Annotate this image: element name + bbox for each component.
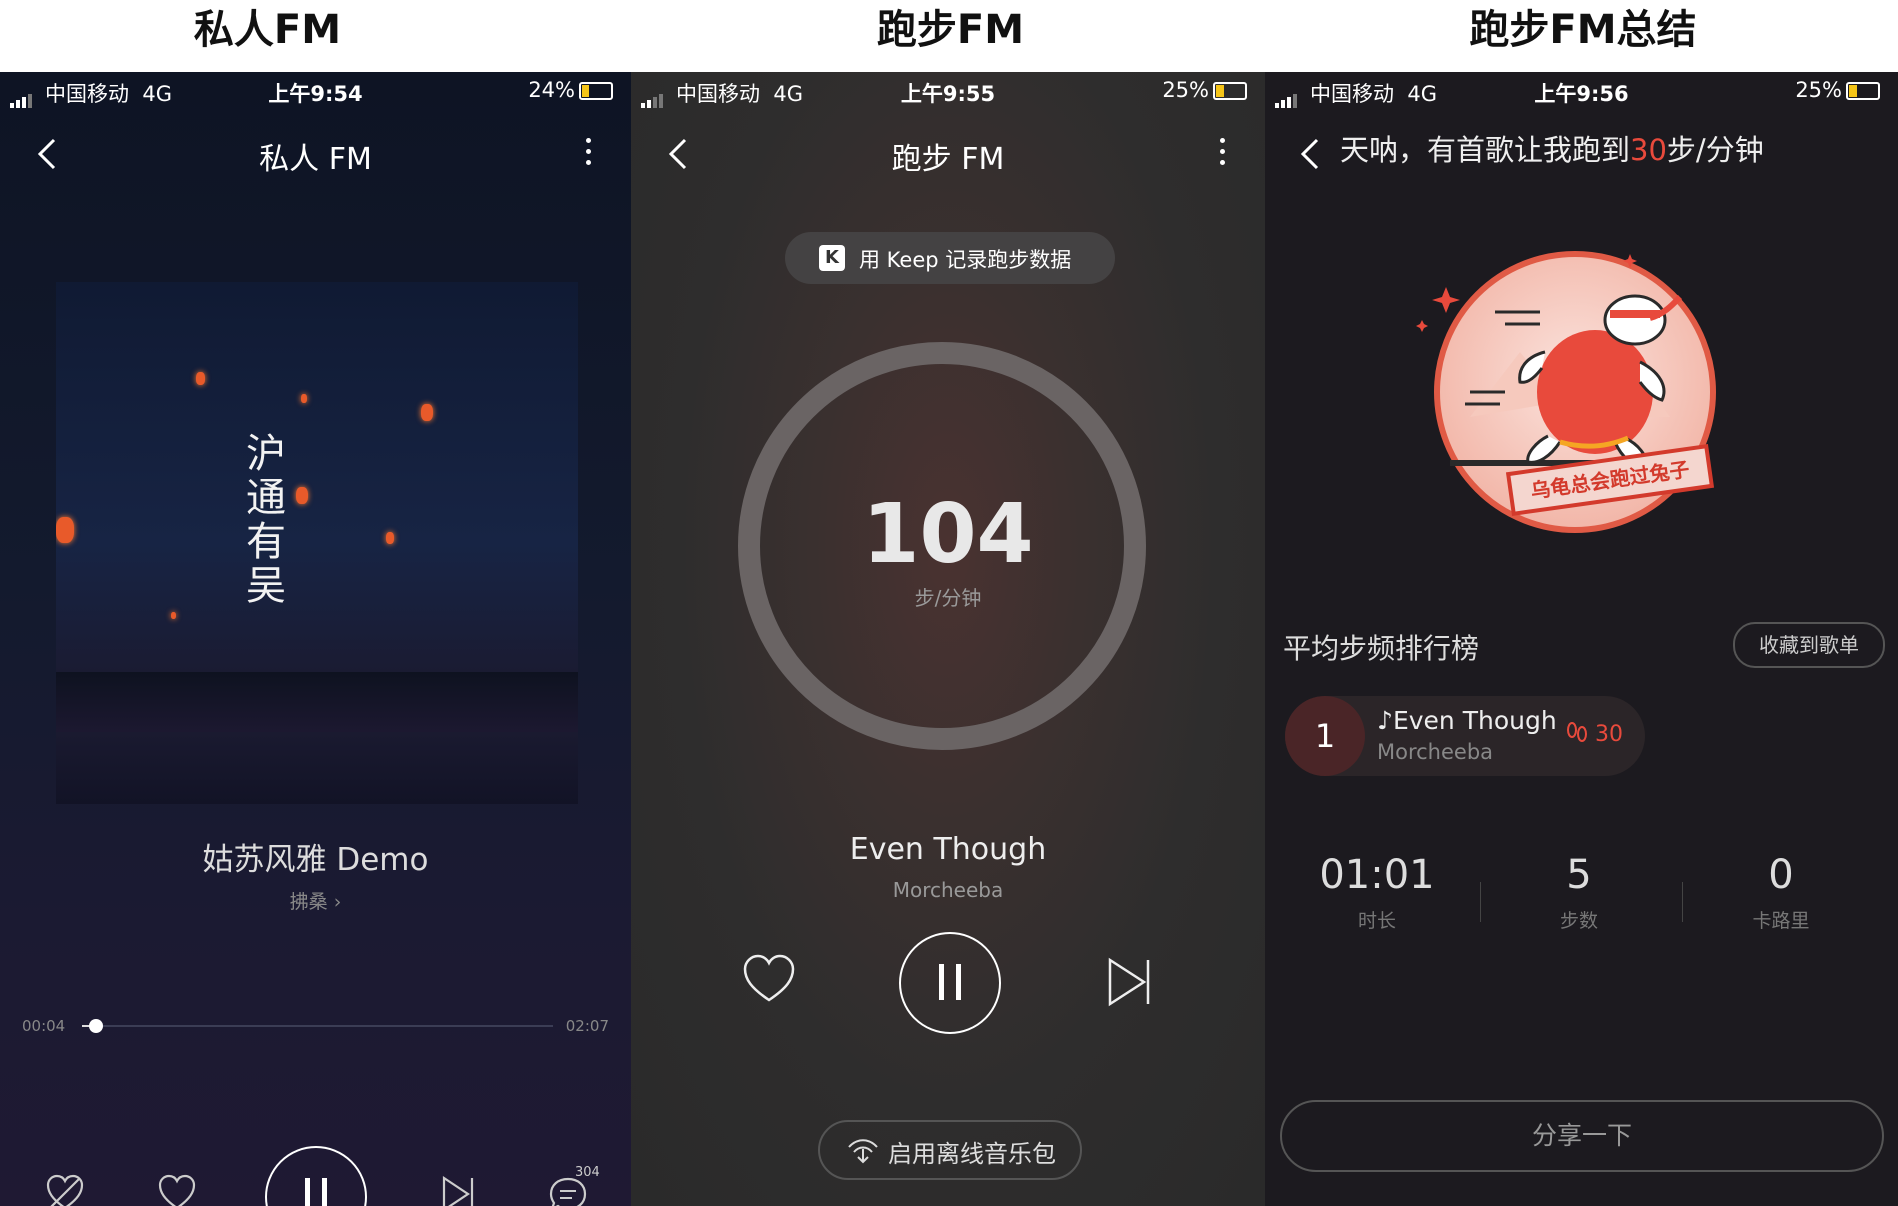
chevron-left-icon[interactable]	[1293, 134, 1333, 174]
cadence-value: 104	[862, 487, 1034, 582]
collect-to-playlist-button[interactable]: 收藏到歌单	[1733, 622, 1885, 668]
ranking-artist: Morcheeba	[1377, 740, 1494, 764]
album-cover: 沪通有吴	[56, 282, 578, 804]
keep-record-button[interactable]: K 用 Keep 记录跑步数据	[785, 232, 1115, 284]
cadence-unit: 步/分钟	[914, 586, 982, 610]
next-icon[interactable]	[440, 1175, 476, 1206]
caption-private-fm: 私人FM	[193, 7, 342, 53]
caption-running-fm: 跑步FM	[876, 7, 1025, 53]
artist-name: Morcheeba	[892, 878, 1004, 902]
time-total: 02:07	[565, 1017, 609, 1035]
section-title: 平均步频排行榜	[1283, 632, 1480, 665]
stat-calories: 0 卡路里	[1681, 852, 1881, 933]
stat-value: 01:01	[1319, 852, 1435, 898]
comment-count: 304	[575, 1165, 600, 1180]
share-button[interactable]: 分享一下	[1280, 1100, 1884, 1172]
next-icon[interactable]	[1106, 956, 1152, 1008]
page-title: 跑步 FM	[891, 142, 1005, 177]
cover-shoreline	[56, 672, 578, 732]
time-current: 00:04	[22, 1017, 66, 1035]
stat-label: 步数	[1559, 910, 1598, 932]
more-icon[interactable]	[583, 132, 593, 172]
keep-record-label: 用 Keep 记录跑步数据	[859, 248, 1072, 272]
stat-duration: 01:01 时长	[1277, 852, 1477, 933]
artist-link[interactable]: 拂桑 ›	[0, 887, 631, 914]
dislike-icon[interactable]	[44, 1172, 86, 1206]
cover-title-text: 沪通有吴	[246, 431, 286, 609]
offline-music-label: 启用离线音乐包	[888, 1140, 1056, 1168]
status-bar: 中国移动 4G 上午9:54 24%	[0, 72, 631, 108]
headline-cadence: 30	[1630, 133, 1667, 167]
pause-button[interactable]	[899, 932, 1001, 1034]
status-bar: 中国移动 4G 上午9:56 25%	[1265, 72, 1898, 108]
battery-percent: 25%	[1795, 78, 1842, 102]
ranking-cadence: 30	[1595, 722, 1623, 747]
stat-value: 5	[1566, 852, 1592, 898]
ranking-row[interactable]: 1 ♪Even Though Morcheeba 30	[1285, 696, 1645, 776]
battery-icon	[1846, 82, 1880, 100]
wifi-download-icon	[848, 1139, 878, 1164]
heart-icon[interactable]	[156, 1172, 198, 1206]
stat-steps: 5 步数	[1479, 852, 1679, 933]
offline-music-button[interactable]: 启用离线音乐包	[818, 1120, 1082, 1180]
status-bar: 中国移动 4G 上午9:55 25%	[631, 72, 1265, 108]
running-fm-screen: 中国移动 4G 上午9:55 25% 跑步 FM K 用 Keep 记录跑步数据…	[631, 72, 1265, 1206]
song-title: Even Though	[849, 832, 1047, 867]
battery-percent: 24%	[528, 78, 575, 102]
page-title: 私人 FM	[259, 142, 372, 177]
battery-percent: 25%	[1162, 78, 1209, 102]
nav-bar: 私人 FM	[0, 124, 631, 184]
turtle-badge-illustration: 乌龟总会跑过兔子	[1416, 251, 1716, 533]
summary-headline: 天呐，有首歌让我跑到30步/分钟	[1340, 133, 1764, 167]
battery-icon	[1213, 82, 1247, 100]
stat-value: 0	[1768, 852, 1794, 898]
heart-icon[interactable]	[741, 952, 797, 1006]
pause-button[interactable]	[265, 1146, 367, 1206]
progress-bar[interactable]	[82, 1019, 553, 1033]
ranking-song: ♪Even Though	[1377, 706, 1557, 735]
rank-number: 1	[1285, 696, 1365, 776]
private-fm-screen: 中国移动 4G 上午9:54 24% 私人 FM 沪通有吴 姑苏风雅 Demo …	[0, 72, 631, 1206]
nav-bar: 跑步 FM	[631, 124, 1265, 184]
stat-label: 时长	[1357, 910, 1396, 932]
running-summary-screen: 中国移动 4G 上午9:56 25% 天呐，有首歌让我跑到30步/分钟 乌龟总会…	[1265, 72, 1898, 1206]
footprint-icon	[1567, 722, 1587, 742]
battery-icon	[579, 82, 613, 100]
keep-logo-icon: K	[819, 245, 845, 271]
progress-knob[interactable]	[89, 1019, 104, 1033]
cover-water	[56, 732, 578, 804]
stat-label: 卡路里	[1752, 910, 1810, 932]
more-icon[interactable]	[1217, 132, 1227, 172]
caption-running-summary: 跑步FM总结	[1469, 7, 1697, 53]
song-title: 姑苏风雅 Demo	[202, 842, 429, 878]
